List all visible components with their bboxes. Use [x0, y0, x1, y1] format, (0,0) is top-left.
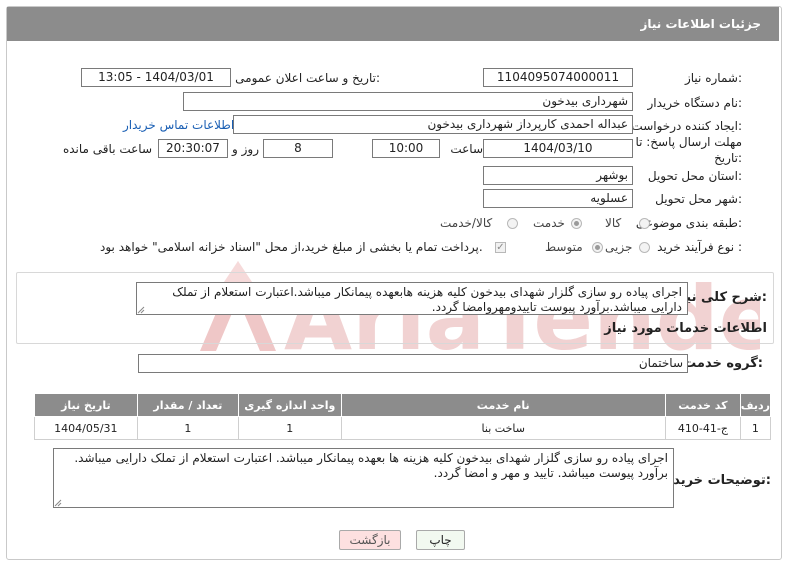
- buyer-contact-link[interactable]: اطلاعات تماس خریدار: [123, 118, 234, 132]
- service-group-label: گروه خدمت:: [683, 356, 763, 371]
- services-table-header: ردیف کد خدمت نام خدمت واحد اندازه گیری ت…: [34, 393, 772, 417]
- service-group-field[interactable]: ساختمان: [138, 354, 688, 373]
- days-remaining-field[interactable]: 8: [263, 139, 333, 158]
- page-title: جزئیات اطلاعات نیاز: [640, 17, 761, 31]
- province-label: استان محل تحویل:: [647, 169, 742, 183]
- col-row: ردیف: [739, 393, 772, 417]
- category-option-service: خدمت: [533, 216, 565, 230]
- days-label: روز و: [232, 142, 259, 156]
- cell-need-date: 1404/05/31: [34, 416, 138, 440]
- resize-grip-icon[interactable]: [137, 306, 145, 314]
- process-radio-medium[interactable]: [592, 242, 603, 253]
- page-header: جزئیات اطلاعات نیاز: [7, 7, 779, 41]
- print-button[interactable]: چاپ: [416, 530, 465, 550]
- deadline-time-label: ساعت: [450, 142, 483, 156]
- cell-row: 1: [739, 416, 772, 440]
- category-option-goods-service: کالا/خدمت: [440, 216, 493, 230]
- buyer-org-label: نام دستگاه خریدار:: [647, 96, 743, 110]
- deadline-date-field[interactable]: 1404/03/10: [483, 139, 633, 158]
- buyer-notes-label: توضیحات خریدار:: [661, 473, 771, 488]
- process-option-medium: متوسط: [545, 240, 583, 254]
- category-option-goods: کالا: [605, 216, 622, 230]
- deadline-time-field[interactable]: 10:00: [372, 139, 440, 158]
- process-label: نوع فرآیند خرید :: [657, 240, 742, 254]
- creator-field[interactable]: عبداله احمدی کارپرداز شهرداری بیدخون: [233, 115, 633, 134]
- col-service-name: نام خدمت: [340, 393, 666, 417]
- cell-service-name: ساخت بنا: [340, 416, 666, 440]
- buyer-org-field[interactable]: شهرداری بیدخون: [183, 92, 633, 111]
- services-table: ردیف کد خدمت نام خدمت واحد اندازه گیری ت…: [34, 393, 772, 440]
- city-field[interactable]: عسلویه: [483, 189, 633, 208]
- category-radio-service[interactable]: [571, 218, 582, 229]
- process-option-minor: جزیی: [605, 240, 633, 254]
- cell-quantity: 1: [136, 416, 240, 440]
- process-radio-minor[interactable]: [639, 242, 650, 253]
- col-service-code: کد خدمت: [665, 393, 741, 417]
- col-need-date: تاریخ نیاز: [34, 393, 138, 417]
- province-field[interactable]: بوشهر: [483, 166, 633, 185]
- services-title: اطلاعات خدمات مورد نیاز: [604, 321, 767, 336]
- back-button[interactable]: بازگشت: [339, 530, 401, 550]
- category-radio-goods-service[interactable]: [507, 218, 518, 229]
- col-quantity: تعداد / مقدار: [136, 393, 240, 417]
- table-row[interactable]: 1 ج-41-410 ساخت بنا 1 1 1404/05/31: [34, 416, 772, 440]
- announce-datetime-field[interactable]: 1404/03/01 - 13:05: [81, 68, 231, 87]
- resize-grip-icon[interactable]: [54, 499, 62, 507]
- col-unit: واحد اندازه گیری: [238, 393, 342, 417]
- treasury-checkbox[interactable]: ✓: [495, 242, 506, 253]
- remaining-time-label: ساعت باقی مانده: [62, 142, 152, 156]
- need-number-label: شماره نیاز:: [684, 71, 742, 85]
- description-textarea[interactable]: اجرای پیاده رو سازی گلزار شهدای بیدخون ک…: [136, 282, 688, 315]
- category-label: طبقه بندی موضوعی:: [635, 216, 742, 230]
- buyer-notes-textarea[interactable]: اجرای پیاده رو سازی گلزار شهدای بیدخون ک…: [53, 448, 674, 508]
- remaining-time-field[interactable]: 20:30:07: [158, 139, 228, 158]
- announce-label: تاریخ و ساعت اعلان عمومی:: [235, 71, 380, 85]
- city-label: شهر محل تحویل:: [655, 192, 742, 206]
- cell-unit: 1: [238, 416, 342, 440]
- category-radio-goods[interactable]: [639, 218, 650, 229]
- deadline-label-line2: تاریخ:: [714, 151, 742, 165]
- treasury-note: پرداخت تمام یا بخشی از مبلغ خرید،از محل …: [100, 240, 483, 254]
- deadline-label-line1: مهلت ارسال پاسخ: تا: [635, 135, 742, 149]
- creator-label: ایجاد کننده درخواست:: [631, 119, 742, 133]
- cell-service-code: ج-41-410: [665, 416, 741, 440]
- need-number-field[interactable]: 1104095074000011: [483, 68, 633, 87]
